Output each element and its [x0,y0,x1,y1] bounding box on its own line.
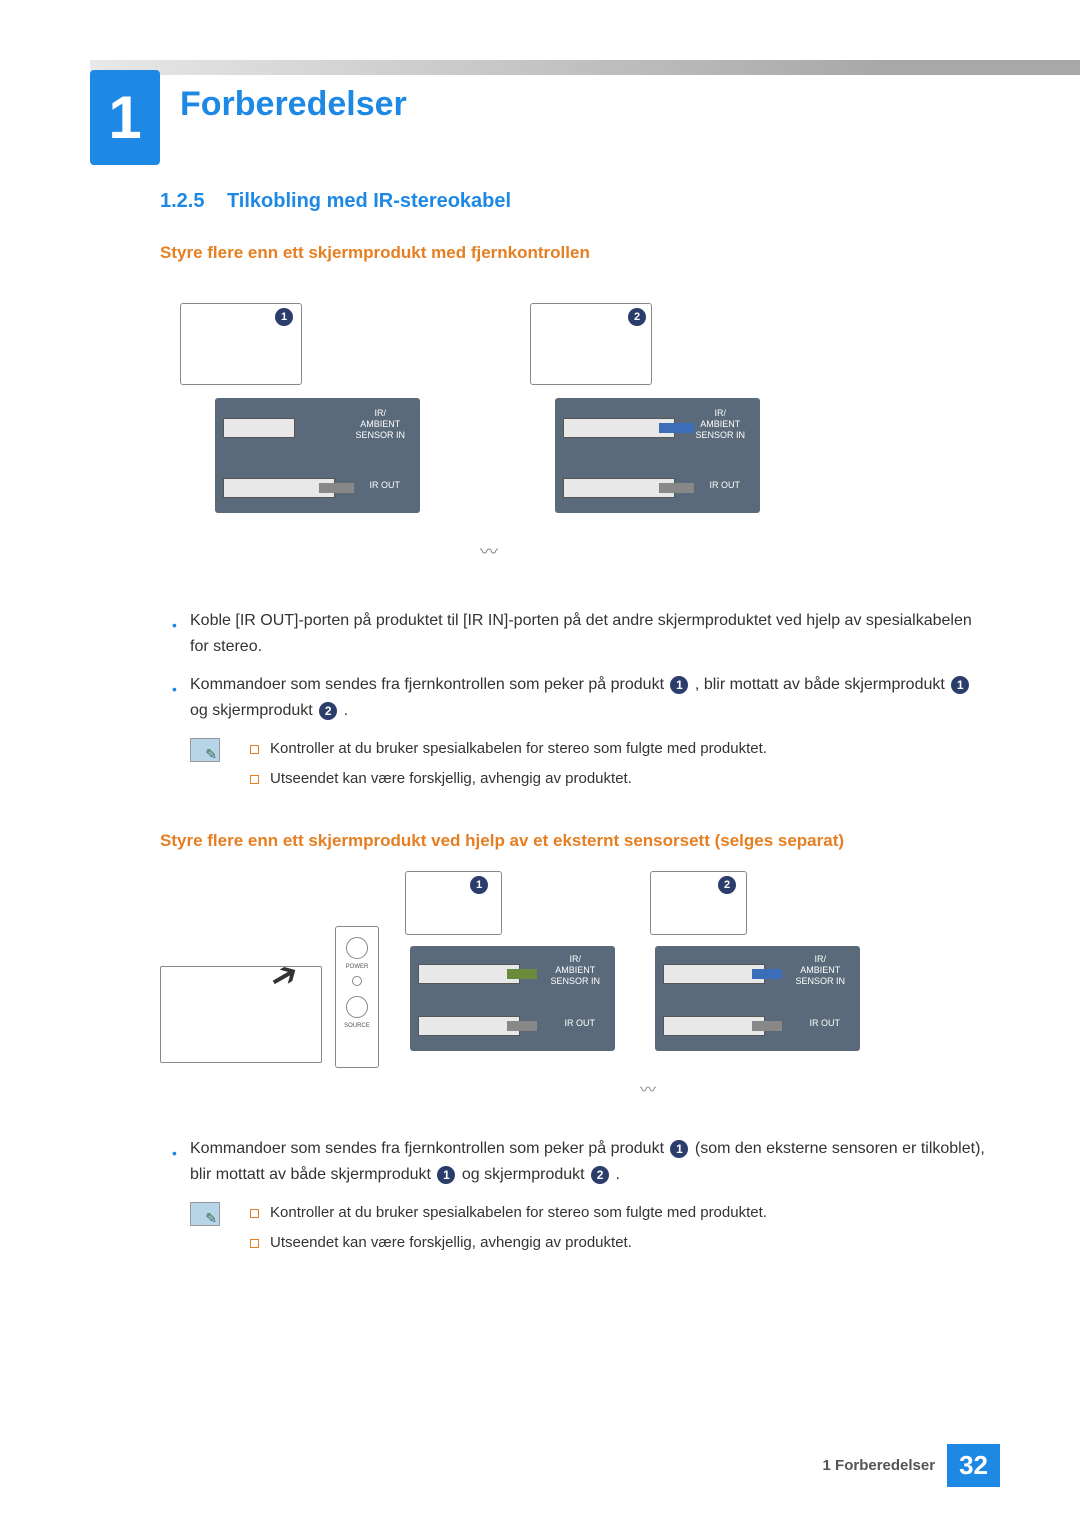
note-block-2: Kontroller at du bruker spesialkabelen f… [190,1200,990,1260]
badge-1: 1 [470,876,488,894]
badge-2: 2 [718,876,736,894]
label-ir-ambient: IR/ AMBIENT SENSOR IN [695,408,745,441]
list-item: Kommandoer som sendes fra fjernkontrolle… [190,1136,990,1188]
note-item: Utseendet kan være forskjellig, avhengig… [270,766,767,792]
list-item: Koble [IR OUT]-porten på produktet til [… [190,608,990,660]
port-slot [563,478,675,498]
label-ir-out: IR OUT [370,480,401,491]
cable-tail-icon: 〰 [480,538,498,564]
label-ir-ambient: IR/ AMBIENT SENSOR IN [795,954,845,987]
badge-1: 1 [275,308,293,326]
cable-tail-icon: 〰 [640,1076,656,1100]
bullet-list-2: Kommandoer som sendes fra fjernkontrolle… [160,1136,990,1188]
note-item: Kontroller at du bruker spesialkabelen f… [270,1200,767,1226]
note-item: Utseendet kan være forskjellig, avhengig… [270,1230,767,1256]
circle-2-icon: 2 [591,1166,609,1184]
note-list: Kontroller at du bruker spesialkabelen f… [240,1200,767,1260]
circle-1-icon: 1 [670,676,688,694]
subheading-1: Styre flere enn ett skjermprodukt med fj… [160,243,990,263]
footer-page-number: 32 [947,1444,1000,1487]
port-slot [223,418,295,438]
page-header: 1 Forberedelser [0,40,1080,110]
circle-1-icon: 1 [670,1140,688,1158]
note-item: Kontroller at du bruker spesialkabelen f… [270,736,767,762]
port-slot [563,418,675,438]
port-panel-2: IR/ AMBIENT SENSOR IN IR OUT [655,946,860,1051]
port-panel-2: IR/ AMBIENT SENSOR IN IR OUT [555,398,760,513]
port-panel-1: IR/ AMBIENT SENSOR IN IR OUT [215,398,420,513]
note-icon [190,1202,220,1226]
remote-power-label: POWER [336,964,378,970]
label-ir-out: IR OUT [710,480,741,491]
page-content: 1.2.5 Tilkobling med IR-stereokabel Styr… [160,190,990,1260]
port-slot [418,964,520,984]
section-title: Tilkobling med IR-stereokabel [227,190,511,212]
note-list: Kontroller at du bruker spesialkabelen f… [240,736,767,796]
port-slot [663,964,765,984]
diagram-external-sensor: ➔ POWER SOURCE 1 2 IR/ AMBIENT SENSOR IN… [160,871,990,1106]
subheading-2: Styre flere enn ett skjermprodukt ved hj… [160,831,990,851]
label-ir-ambient: IR/ AMBIENT SENSOR IN [355,408,405,441]
footer-text: 1 Forberedelser [823,1457,936,1474]
label-ir-out: IR OUT [810,1018,841,1029]
note-icon [190,738,220,762]
circle-1-icon: 1 [437,1166,455,1184]
label-ir-ambient: IR/ AMBIENT SENSOR IN [550,954,600,987]
chapter-title: Forberedelser [180,85,407,124]
header-gradient [90,60,1080,75]
bullet-list-1: Koble [IR OUT]-porten på produktet til [… [160,608,990,724]
port-slot [418,1016,520,1036]
monitor-1-back [405,871,502,935]
remote-source-label: SOURCE [336,1023,378,1029]
label-ir-out: IR OUT [565,1018,596,1029]
port-slot [663,1016,765,1036]
note-block-1: Kontroller at du bruker spesialkabelen f… [190,736,990,796]
port-panel-1: IR/ AMBIENT SENSOR IN IR OUT [410,946,615,1051]
remote-control: POWER SOURCE [335,926,379,1068]
badge-2: 2 [628,308,646,326]
chapter-number-box: 1 [90,70,160,165]
circle-2-icon: 2 [319,702,337,720]
diagram-ir-stereo-cable: 1 2 IR/ AMBIENT SENSOR IN IR OUT IR/ AMB… [160,303,990,568]
port-slot [223,478,335,498]
page-footer: 1 Forberedelser 32 [823,1444,1000,1487]
section-number: 1.2.5 [160,190,204,212]
circle-1-icon: 1 [951,676,969,694]
section-heading: 1.2.5 Tilkobling med IR-stereokabel [160,190,990,213]
list-item: Kommandoer som sendes fra fjernkontrolle… [190,672,990,724]
